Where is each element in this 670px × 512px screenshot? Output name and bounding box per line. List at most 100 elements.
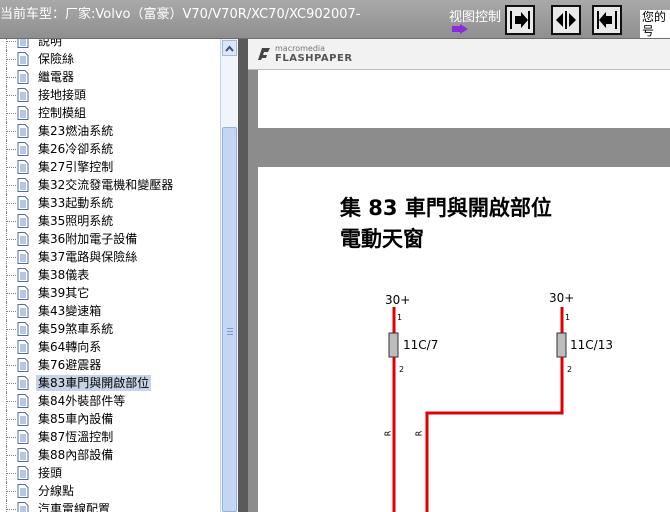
document-icon	[17, 484, 29, 498]
left-fuse-label: 11C/7	[403, 338, 439, 352]
two-page-view-button[interactable]	[551, 5, 581, 35]
tree-item[interactable]: 集27引擎控制	[0, 158, 220, 176]
panel-splitter[interactable]	[238, 39, 248, 512]
tree-connector-line	[6, 59, 16, 60]
right-fuse-symbol	[556, 332, 567, 358]
tree-item-label: 汽車電線配置	[38, 502, 111, 512]
tree-item[interactable]: 集26冷卻系統	[0, 140, 220, 158]
document-icon	[17, 430, 29, 444]
right-pin-1: 1	[565, 313, 571, 322]
tree-connector-line	[6, 293, 16, 294]
tree-item-label: 保險絲	[38, 52, 75, 66]
document-icon	[17, 502, 29, 512]
left-fuse-symbol	[388, 332, 399, 358]
tree-connector-line	[6, 419, 16, 420]
document-icon	[17, 358, 29, 372]
right-pin-2: 2	[567, 365, 573, 374]
tree-item-label: 集87恆溫控制	[38, 430, 114, 444]
document-icon	[17, 304, 29, 318]
prev-page-view-button[interactable]	[592, 5, 622, 35]
tree-item[interactable]: 集87恆溫控制	[0, 428, 220, 446]
account-info-text: 您的号 87039	[640, 10, 670, 38]
document-icon	[17, 412, 29, 426]
scroll-up-button[interactable]	[222, 40, 237, 56]
tree-item[interactable]: 保險絲	[0, 50, 220, 68]
tree-item-label: 集38儀表	[38, 268, 90, 282]
tree-item-label: 分線點	[38, 484, 75, 498]
document-icon	[17, 178, 29, 192]
tree-item-label: 接地接頭	[38, 88, 87, 102]
right-supply-label: 30+	[549, 291, 575, 305]
tree-connector-line	[6, 203, 16, 204]
tree-item-label: 集27引擎控制	[38, 160, 114, 174]
tree-connector-line	[6, 131, 16, 132]
tree-item[interactable]: 集76避震器	[0, 356, 220, 374]
tree-item[interactable]: 集83車門與開啟部位	[0, 374, 220, 392]
document-icon	[17, 322, 29, 336]
tree-item[interactable]: 集85車內設備	[0, 410, 220, 428]
tree-item[interactable]: 集43變速箱	[0, 302, 220, 320]
document-icon	[17, 466, 29, 480]
tree-item-label: 控制模組	[38, 106, 87, 120]
tree-item[interactable]: 集59煞車系統	[0, 320, 220, 338]
tree-item[interactable]: 分線點	[0, 482, 220, 500]
tree-item[interactable]: 集36附加電子設備	[0, 230, 220, 248]
tree-connector-line	[6, 41, 16, 42]
tree-item[interactable]: 集23燃油系統	[0, 122, 220, 140]
tree-item-label: 集76避震器	[38, 358, 102, 372]
document-icon	[17, 448, 29, 462]
tree-item-label: 繼電器	[38, 70, 75, 84]
document-icon	[17, 142, 29, 156]
tree-item-label: 集35照明系統	[38, 214, 114, 228]
tree-item-label: 集84外裝部件等	[38, 394, 126, 408]
tree-item[interactable]: 集38儀表	[0, 266, 220, 284]
tree-connector-line	[6, 239, 16, 240]
tree-connector-line	[6, 365, 16, 366]
tree-connector-line	[6, 401, 16, 402]
right-wire-route	[425, 357, 564, 512]
tree-item-label: 集83車門與開啟部位	[36, 375, 152, 391]
tree-item-label: 集26冷卻系統	[38, 142, 114, 156]
tree-connector-line	[6, 77, 16, 78]
document-icon	[17, 232, 29, 246]
tree-item[interactable]: 控制模組	[0, 104, 220, 122]
tree-item[interactable]: 集88內部設備	[0, 446, 220, 464]
document-viewer[interactable]: macromedia FLASHPAPER 集 83 車門與開啟部位 電動天窗 …	[248, 39, 670, 512]
tree-item[interactable]: 集32交流發電機和變壓器	[0, 176, 220, 194]
left-supply-label: 30+	[385, 293, 411, 307]
tree-item[interactable]: 說明	[0, 39, 220, 50]
arrow-right-bar-icon	[510, 11, 530, 29]
tree-item[interactable]: 集84外裝部件等	[0, 392, 220, 410]
tree-connector-line	[6, 437, 16, 438]
tree-item[interactable]: 集37電路與保險絲	[0, 248, 220, 266]
tree-item-label: 集85車內設備	[38, 412, 114, 426]
tree-item[interactable]: 接頭	[0, 464, 220, 482]
tree-scrollbar[interactable]	[220, 39, 238, 512]
document-icon	[17, 106, 29, 120]
tree-connector-line	[6, 347, 16, 348]
tree-item[interactable]: 汽車電線配置	[0, 500, 220, 512]
tree-item-label: 集23燃油系統	[38, 124, 114, 138]
single-page-view-button[interactable]	[505, 5, 535, 35]
tree-connector-line	[6, 311, 16, 312]
tree-item-label: 集33起動系統	[38, 196, 114, 210]
scroll-thumb[interactable]	[222, 127, 237, 512]
tree-item[interactable]: 集64轉向系	[0, 338, 220, 356]
tree-item-label: 集32交流發電機和變壓器	[38, 178, 174, 192]
tree-item-label: 集59煞車系統	[38, 322, 114, 336]
tree-item[interactable]: 集35照明系統	[0, 212, 220, 230]
document-icon	[17, 88, 29, 102]
tree-item-label: 集37電路與保險絲	[38, 250, 138, 264]
tree-item-label: 說明	[38, 39, 63, 48]
tree-connector-line	[6, 509, 16, 510]
document-icon	[17, 394, 29, 408]
tree-item[interactable]: 接地接頭	[0, 86, 220, 104]
current-vehicle-title: 当前车型：厂家:Volvo（富豪）V70/V70R/XC70/XC902007-	[0, 7, 361, 22]
tree-item[interactable]: 繼電器	[0, 68, 220, 86]
category-tree: 說明保險絲繼電器接地接頭控制模組集23燃油系統 集26冷卻系統 集27引擎控制集32…	[0, 39, 220, 512]
right-wire-color-label: R	[414, 430, 424, 437]
tree-connector-line	[6, 95, 16, 96]
tree-item[interactable]: 集33起動系統	[0, 194, 220, 212]
tree-connector-line	[6, 185, 16, 186]
tree-item[interactable]: 集39其它	[0, 284, 220, 302]
